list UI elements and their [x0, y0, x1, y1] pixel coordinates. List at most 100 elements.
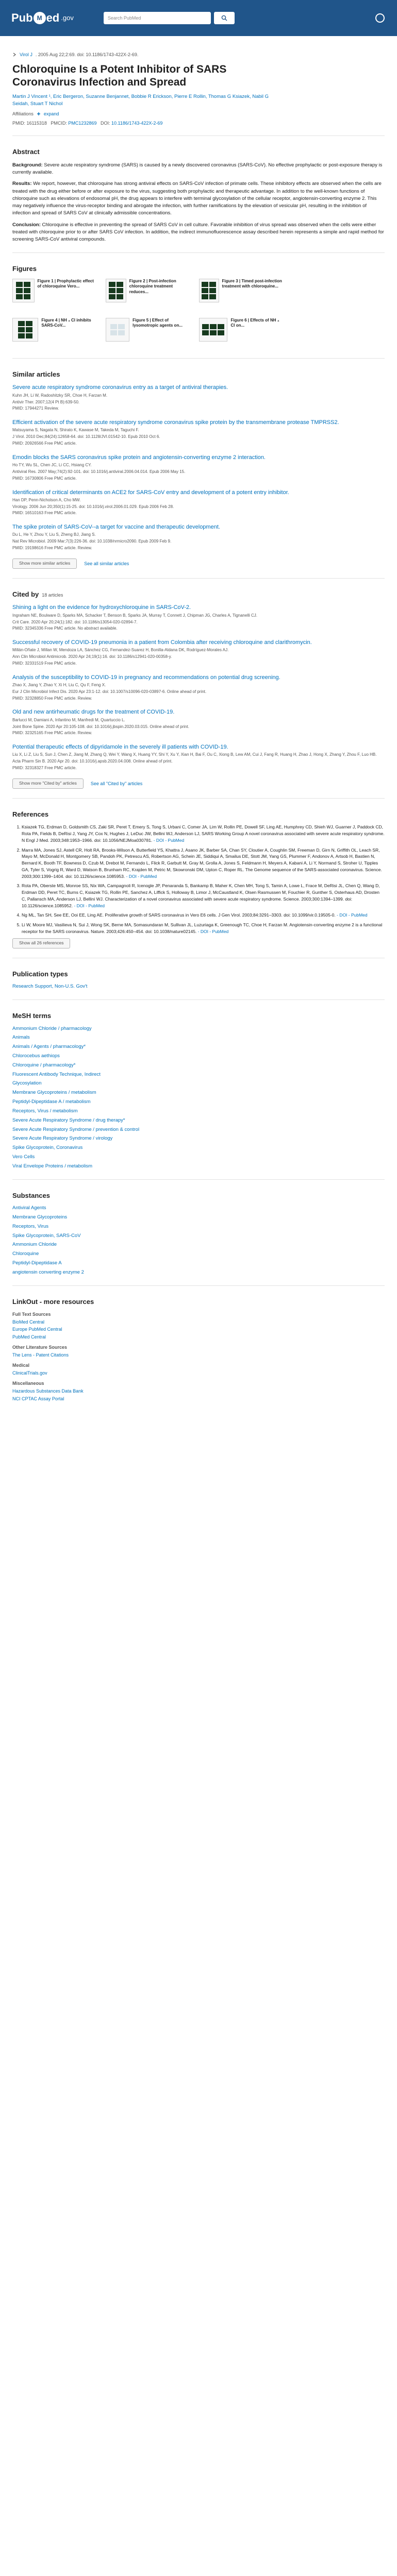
figure-item[interactable]: Figure 3 | Timed post-infection treatmen…	[199, 278, 284, 302]
search-bar: Search PubMed	[103, 12, 235, 24]
substance-item[interactable]: angiotensin converting enzyme 2	[12, 1269, 385, 1276]
figure-item[interactable]: Figure 2 | Post-infection chloroquine tr…	[106, 278, 191, 302]
figure-thumbnail[interactable]	[12, 278, 35, 302]
mesh-term[interactable]: Glycosylation	[12, 1080, 385, 1087]
cited-article-title[interactable]: Successful recovery of COVID-19 pneumoni…	[12, 639, 312, 646]
abstract-results: Results: We report, however, that chloro…	[12, 180, 385, 217]
substance-item[interactable]: Antiviral Agents	[12, 1205, 385, 1212]
linkout-link[interactable]: PubMed Central	[12, 1334, 385, 1340]
mesh-term[interactable]: Viral Envelope Proteins / metabolism	[12, 1163, 385, 1170]
similar-article-authors: Ho TY, Wu SL, Chen JC, Li CC, Hsiang CY.	[12, 463, 92, 468]
linkout-group: Full Text Sources BioMed Central Europe …	[12, 1311, 385, 1340]
linkout-group-label: Medical	[12, 1363, 30, 1368]
similar-article-title[interactable]: Identification of critical determinants …	[12, 489, 289, 496]
mesh-term[interactable]: Vero Cells	[12, 1154, 385, 1161]
figure-item[interactable]: Figure 4 | NH ₄ Cl inhibits SARS-CoV...	[12, 317, 97, 342]
mesh-term[interactable]: Chlorocebus aethiops	[12, 1053, 385, 1060]
similar-article-title[interactable]: Severe acute respiratory syndrome corona…	[12, 384, 228, 391]
publication-types-section: Publication types Research Support, Non-…	[12, 957, 385, 990]
see-all-cited-link[interactable]: See all "Cited by" articles	[91, 781, 142, 787]
cited-article-pmid: PMID: 32328850 Free PMC article. Review.	[12, 696, 92, 701]
similar-article-authors: Kuhn JH, Li W, Radoshitzky SR, Choe H, F…	[12, 393, 108, 398]
figure-item[interactable]: Figure 6 | Effects of NH ₄ Cl on...	[199, 317, 284, 342]
substance-item[interactable]: Chloroquine	[12, 1251, 385, 1258]
substance-item[interactable]: Peptidyl-Dipeptidase A	[12, 1260, 385, 1267]
figure-thumbnail[interactable]	[106, 278, 126, 302]
similar-article-title[interactable]: The spike protein of SARS-CoV--a target …	[12, 524, 220, 530]
cited-article: Analysis of the susceptibility to COVID-…	[12, 674, 385, 702]
show-all-references-button[interactable]: Show all 26 references	[12, 938, 71, 948]
figure-item[interactable]: Figure 1 | Prophylactic effect of chloro…	[12, 278, 97, 302]
similar-article-title[interactable]: Efficient activation of the severe acute…	[12, 419, 339, 426]
linkout-section: LinkOut - more resources Full Text Sourc…	[12, 1285, 385, 1402]
figure-caption: Figure 2 | Post-infection chloroquine tr…	[129, 278, 176, 294]
show-more-cited-button[interactable]: Show more "Cited by" articles	[12, 778, 84, 789]
mesh-term[interactable]: Membrane Glycoproteins / metabolism	[12, 1090, 385, 1096]
similar-article-title[interactable]: Emodin blocks the SARS coronavirus spike…	[12, 454, 266, 461]
cited-article-citation: Crit Care. 2020 Apr 20;24(1):182. doi: 1…	[12, 619, 138, 624]
linkout-link[interactable]: The Lens - Patent Citations	[12, 1352, 385, 1358]
figure-thumbnail[interactable]	[106, 317, 130, 342]
similar-article-citation: Antivir Ther. 2007;12(4 Pt B):639-50.	[12, 399, 80, 404]
journal-link[interactable]: Virol J	[20, 52, 32, 58]
figure-thumbnail[interactable]	[199, 278, 219, 302]
see-all-similar-link[interactable]: See all similar articles	[84, 561, 129, 567]
cited-article-authors: Millán-Oñate J, Millan W, Mendoza LA, Sá…	[12, 648, 229, 653]
mesh-term[interactable]: Chloroquine / pharmacology*	[12, 1062, 385, 1069]
mesh-term[interactable]: Receptors, Virus / metabolism	[12, 1108, 385, 1115]
substance-item[interactable]: Membrane Glycoproteins	[12, 1214, 385, 1221]
cited-article-title[interactable]: Potential therapeutic effects of dipyrid…	[12, 744, 228, 750]
cited-article-title[interactable]: Old and new antirheumatic drugs for the …	[12, 709, 174, 715]
reference-links[interactable]: - DOI - PubMed	[74, 903, 105, 908]
linkout-link[interactable]: BioMed Central	[12, 1319, 385, 1325]
cited-more-row: Show more "Cited by" articles See all "C…	[12, 778, 385, 789]
doi-link[interactable]: 10.1186/1743-422X-2-69	[111, 121, 162, 126]
cited-article-authors: Ingraham NE, Boulware D, Sparks MA, Scha…	[12, 613, 258, 618]
substance-item[interactable]: Ammonium Chloride	[12, 1242, 385, 1248]
pubtype-item[interactable]: Research Support, Non-U.S. Gov't	[12, 984, 385, 990]
cited-article-title[interactable]: Analysis of the susceptibility to COVID-…	[12, 674, 280, 681]
cited-article-title[interactable]: Shining a light on the evidence for hydr…	[12, 604, 191, 611]
linkout-link[interactable]: ClinicalTrials.gov	[12, 1370, 385, 1376]
substance-item[interactable]: Spike Glycoprotein, SARS-CoV	[12, 1233, 385, 1240]
mesh-term[interactable]: Severe Acute Respiratory Syndrome / drug…	[12, 1117, 385, 1124]
linkout-link[interactable]: Europe PubMed Central	[12, 1326, 385, 1332]
affiliations-expand[interactable]: expand	[44, 111, 59, 117]
logo-ed: ed	[46, 11, 60, 25]
similar-article-authors: Matsuyama S, Nagata N, Shirato K, Kawase…	[12, 428, 139, 433]
mesh-term[interactable]: Animals	[12, 1035, 385, 1041]
figure-thumbnail[interactable]	[199, 317, 228, 342]
linkout-link[interactable]: Hazardous Substances Data Bank	[12, 1388, 385, 1394]
figure-item[interactable]: Figure 5 | Effect of lysomotropic agents…	[106, 317, 191, 342]
pmcid-link[interactable]: PMC1232869	[68, 121, 96, 126]
reference-item: Marra MA, Jones SJ, Astell CR, Holt RA, …	[22, 847, 385, 880]
reference-links[interactable]: - DOI - PubMed	[198, 929, 229, 934]
search-button[interactable]	[213, 12, 235, 24]
logo-med: M	[33, 12, 46, 24]
mesh-term[interactable]: Severe Acute Respiratory Syndrome / prev…	[12, 1127, 385, 1133]
cited-article-pmid: PMID: 32345336 Free PMC article. No abst…	[12, 626, 118, 631]
mesh-term[interactable]: Fluorescent Antibody Technique, Indirect	[12, 1072, 385, 1078]
linkout-link[interactable]: NCI CPTAC Assay Portal	[12, 1396, 385, 1402]
reference-links[interactable]: - DOI - PubMed	[154, 838, 185, 843]
plus-icon[interactable]	[37, 112, 41, 116]
reference-links[interactable]: - DOI - PubMed	[337, 912, 368, 918]
mesh-term[interactable]: Animals / Agents / pharmacology*	[12, 1044, 385, 1050]
show-more-similar-button[interactable]: Show more similar articles	[12, 558, 77, 569]
reference-links[interactable]: - DOI - PubMed	[126, 874, 157, 879]
search-input[interactable]: Search PubMed	[103, 12, 211, 24]
figure-thumbnail[interactable]	[12, 317, 39, 342]
reference-text: Ksiazek TG, Erdman D, Goldsmith CS, Zaki…	[22, 824, 385, 843]
site-header: Pub M ed .gov Search PubMed	[0, 0, 397, 36]
cited-article-pmid: PMID: 32318327 Free PMC article.	[12, 766, 77, 771]
mesh-term[interactable]: Ammonium Chloride / pharmacology	[12, 1026, 385, 1032]
substance-item[interactable]: Receptors, Virus	[12, 1224, 385, 1230]
author-list[interactable]: Martin J Vincent ¹, Eric Bergeron, Suzan…	[12, 93, 280, 108]
mesh-term[interactable]: Peptidyl-Dipeptidase A / metabolism	[12, 1099, 385, 1106]
mesh-term[interactable]: Spike Glycoprotein, Coronavirus	[12, 1145, 385, 1151]
user-icon[interactable]	[375, 13, 385, 23]
similar-article-pmid: PMID: 20926566 Free PMC article.	[12, 441, 77, 446]
pubmed-logo[interactable]: Pub M ed .gov	[11, 10, 74, 26]
similar-article: Identification of critical determinants …	[12, 489, 385, 517]
mesh-term[interactable]: Severe Acute Respiratory Syndrome / viro…	[12, 1136, 385, 1142]
